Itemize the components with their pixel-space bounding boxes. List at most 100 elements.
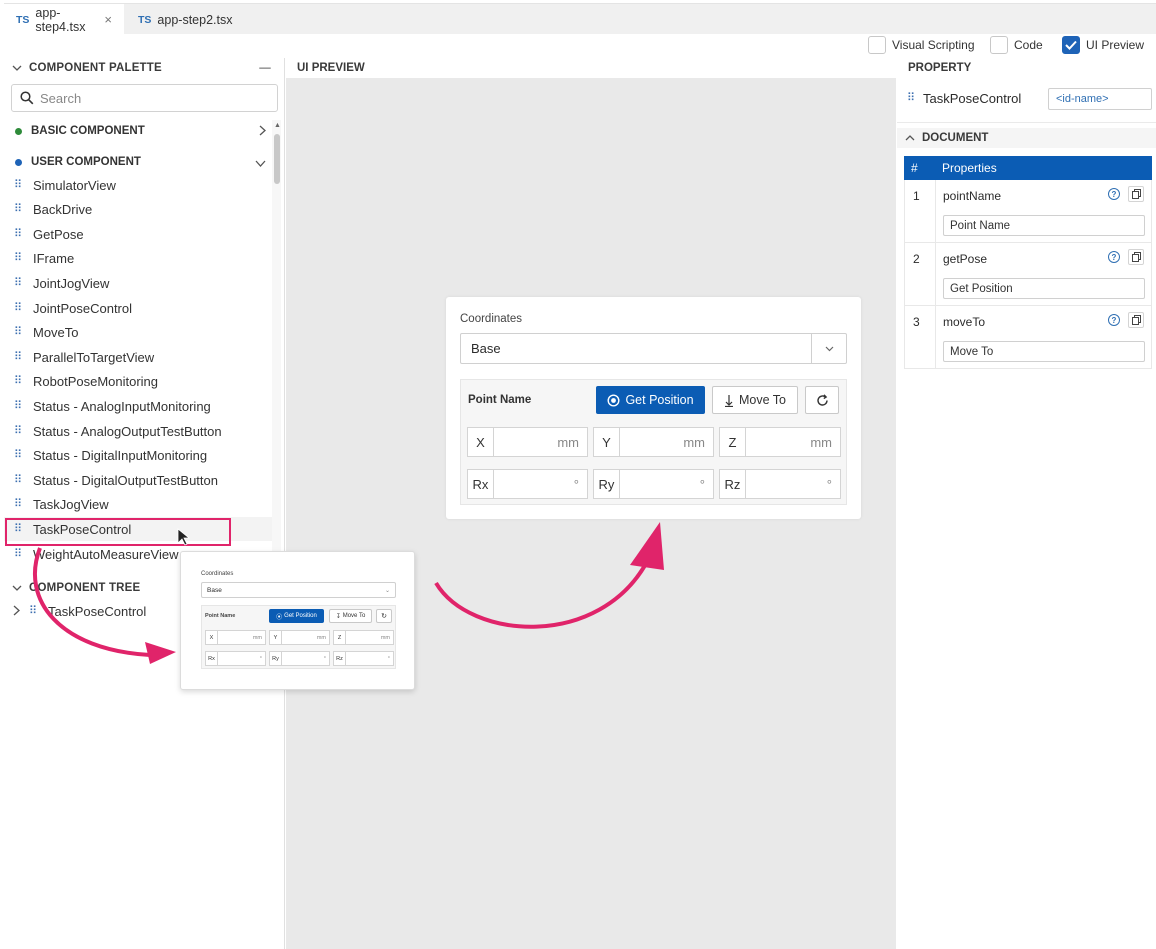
palette-item[interactable]: ⠿ RobotPoseMonitoring	[4, 370, 272, 394]
group-label: USER COMPONENT	[31, 156, 141, 168]
get-position-button[interactable]: Get Position	[596, 386, 705, 414]
palette-header[interactable]: COMPONENT PALETTE —	[4, 59, 285, 77]
close-icon[interactable]: ×	[104, 12, 112, 27]
drag-handle-icon[interactable]: ⠿	[14, 179, 24, 191]
property-value-input[interactable]: Move To	[943, 341, 1145, 362]
drag-handle-icon[interactable]: ⠿	[14, 302, 24, 314]
field-unit: mm	[380, 634, 390, 641]
field-unit: mm	[683, 434, 705, 450]
coordinates-label: Coordinates	[201, 571, 234, 577]
scroll-up-icon[interactable]: ▲	[274, 122, 281, 129]
drag-handle-icon[interactable]: ⠿	[14, 474, 24, 486]
code-toggle[interactable]: Code	[990, 36, 1043, 54]
chevron-down-icon[interactable]	[811, 334, 846, 363]
palette-item[interactable]: ⠿ Status - DigitalInputMonitoring	[4, 444, 272, 468]
coordinates-select[interactable]: Base	[460, 333, 847, 364]
palette-scrollbar[interactable]	[272, 120, 281, 620]
checkbox[interactable]	[990, 36, 1008, 54]
checkbox[interactable]	[868, 36, 886, 54]
drag-handle-icon[interactable]: ⠿	[14, 450, 24, 461]
field-key: Rx	[468, 470, 494, 498]
palette-item[interactable]: ⠿ BackDrive	[4, 198, 272, 222]
ui-preview-toggle[interactable]: UI Preview	[1062, 36, 1144, 54]
refresh-button[interactable]	[805, 386, 839, 414]
property-name: getPose	[943, 252, 988, 266]
field-key: Y	[270, 631, 282, 644]
document-header[interactable]: DOCUMENT	[897, 128, 1156, 148]
point-name-label: Point Name	[468, 394, 532, 406]
drag-handle-icon[interactable]: ⠿	[14, 351, 24, 363]
property-value-input[interactable]: Point Name	[943, 215, 1145, 236]
ry-field[interactable]: Ry °	[593, 469, 714, 499]
tab-app-step2[interactable]: TS app-step2.tsx	[126, 4, 246, 35]
drag-handle-icon[interactable]: ⠿	[14, 277, 24, 289]
field-key: Z	[334, 631, 346, 644]
drag-handle-icon[interactable]: ⠿	[14, 425, 24, 437]
checkbox-checked[interactable]	[1062, 36, 1080, 54]
palette-item[interactable]: ⠿ TaskJogView	[4, 493, 272, 517]
copy-icon[interactable]	[1128, 312, 1144, 328]
ts-file-icon: TS	[16, 13, 30, 26]
coordinates-select: Base ⌄	[201, 582, 396, 598]
row-number: 1	[905, 180, 936, 242]
copy-icon[interactable]	[1128, 249, 1144, 265]
row-number: 2	[905, 243, 936, 305]
x-field[interactable]: X mm	[467, 427, 588, 457]
basic-component-group[interactable]: BASIC COMPONENT	[4, 120, 274, 142]
palette-item[interactable]: ⠿ MoveTo	[4, 321, 272, 345]
visual-scripting-toggle[interactable]: Visual Scripting	[868, 36, 975, 54]
palette-item[interactable]: ⠿ Status - DigitalOutputTestButton	[4, 468, 272, 492]
help-icon[interactable]: ?	[1108, 251, 1120, 263]
drag-handle-icon[interactable]: ⠿	[14, 327, 24, 338]
y-field[interactable]: Y mm	[593, 427, 714, 457]
drag-ghost-preview: Coordinates Base ⌄ Point Name ⦿ Get Posi…	[180, 551, 415, 690]
drag-handle-icon[interactable]: ⠿	[14, 376, 24, 387]
field-unit: mm	[252, 634, 262, 641]
rz-field[interactable]: Rz °	[719, 469, 841, 499]
field-key: X	[468, 428, 494, 456]
palette-item[interactable]: ⠿ GetPose	[4, 222, 272, 246]
drag-handle-icon[interactable]: ⠿	[14, 253, 24, 264]
z-field[interactable]: Z mm	[719, 427, 841, 457]
x-field: Xmm	[205, 630, 266, 645]
help-icon[interactable]: ?	[1108, 314, 1120, 326]
ry-field: Ry °	[269, 651, 330, 666]
field-key: Ry	[594, 470, 620, 498]
palette-item[interactable]: ⠿ JointPoseControl	[4, 296, 272, 320]
palette-item[interactable]: ⠿ SimulatorView	[4, 173, 272, 197]
search-icon	[20, 91, 34, 105]
id-name-input[interactable]: <id-name>	[1048, 88, 1152, 110]
chevron-down-icon	[255, 155, 266, 170]
search-input[interactable]: Search	[11, 84, 278, 112]
rz-field: Rz °	[333, 651, 394, 666]
palette-item[interactable]: ⠿ ParallelToTargetView	[4, 345, 272, 369]
palette-item[interactable]: ⠿ Status - AnalogInputMonitoring	[4, 394, 272, 418]
y-field: Ymm	[269, 630, 330, 645]
palette-item[interactable]: ⠿ IFrame	[4, 247, 272, 271]
copy-icon[interactable]	[1128, 186, 1144, 202]
drag-handle-icon[interactable]: ⠿	[14, 499, 24, 510]
collapse-icon[interactable]: —	[259, 62, 271, 74]
help-icon[interactable]: ?	[1108, 188, 1120, 200]
user-component-group[interactable]: USER COMPONENT	[4, 151, 274, 173]
palette-item-label: SimulatorView	[33, 177, 116, 193]
drag-handle-icon[interactable]: ⠿	[29, 605, 39, 617]
property-value-input[interactable]: Get Position	[943, 278, 1145, 299]
drag-handle-icon[interactable]: ⠿	[14, 400, 24, 412]
tab-app-step4[interactable]: TS app-step4.tsx ×	[4, 4, 124, 35]
drag-handle-icon: ⠿	[907, 92, 915, 104]
z-field: Zmm	[333, 630, 394, 645]
move-to-button[interactable]: Move To	[712, 386, 798, 414]
drag-handle-icon[interactable]: ⠿	[14, 228, 24, 240]
field-unit: mm	[557, 434, 579, 450]
drag-handle-icon[interactable]: ⠿	[14, 204, 24, 215]
drag-handle-icon[interactable]: ⠿	[14, 548, 24, 560]
palette-item[interactable]: ⠿ JointJogView	[4, 271, 272, 295]
target-icon	[607, 393, 620, 407]
chevron-right-icon[interactable]	[13, 604, 23, 619]
id-placeholder: <id-name>	[1056, 93, 1109, 105]
property-row: 3 moveTo? Move To	[904, 306, 1152, 369]
rx-field[interactable]: Rx °	[467, 469, 588, 499]
scrollbar-thumb[interactable]	[274, 134, 280, 184]
palette-item[interactable]: ⠿ Status - AnalogOutputTestButton	[4, 419, 272, 443]
